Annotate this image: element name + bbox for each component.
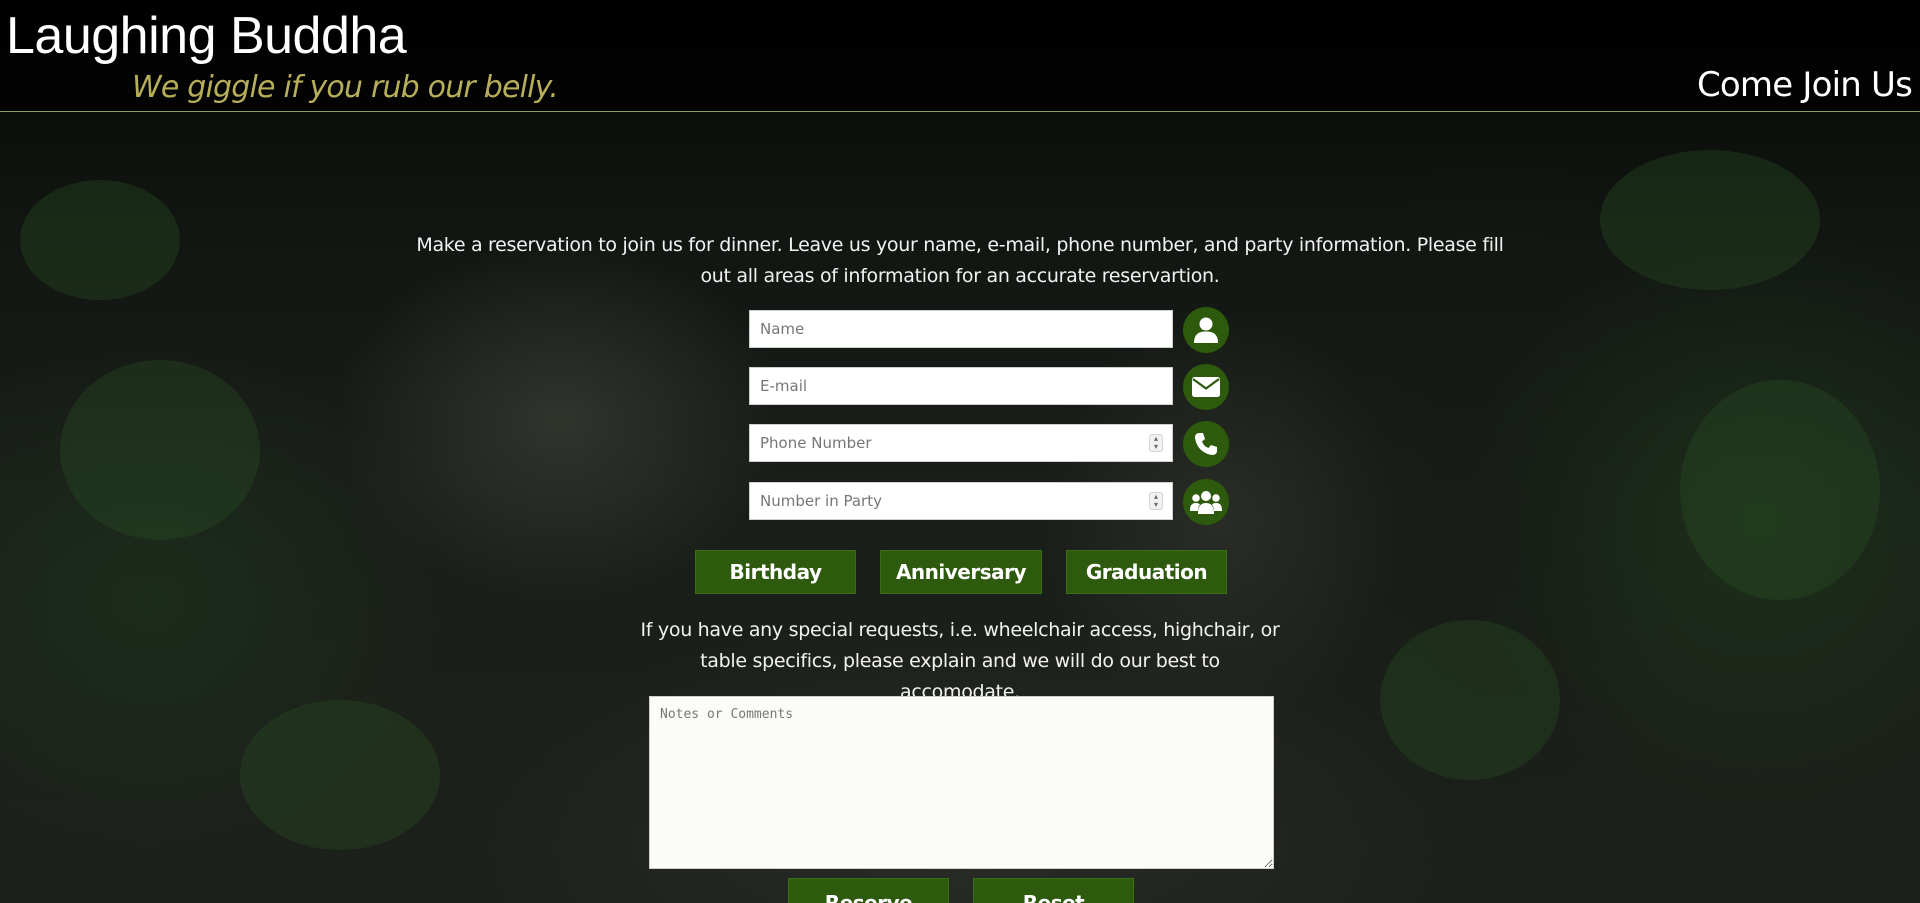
user-icon: [1183, 307, 1229, 353]
phone-input[interactable]: [749, 424, 1173, 462]
notes-textarea[interactable]: [649, 696, 1274, 869]
anniversary-button[interactable]: Anniversary: [880, 550, 1042, 594]
party-size-input[interactable]: [749, 482, 1173, 520]
phone-field-wrapper: ▴▾: [749, 424, 1173, 462]
site-title: Laughing Buddha: [6, 7, 407, 65]
email-input[interactable]: [749, 367, 1173, 405]
envelope-icon: [1183, 364, 1229, 410]
background-foliage: [1380, 620, 1560, 780]
party-field-wrapper: ▴▾: [749, 482, 1173, 520]
background-foliage: [20, 180, 180, 300]
special-requests-text: If you have any special requests, i.e. w…: [640, 619, 1280, 703]
phone-icon: [1183, 421, 1229, 467]
site-header: Laughing Buddha We giggle if you rub our…: [0, 0, 1920, 112]
reset-button[interactable]: Reset: [973, 878, 1134, 903]
background-foliage: [60, 360, 260, 540]
reservation-intro: Make a reservation to join us for dinner…: [416, 234, 1504, 287]
party-size-stepper[interactable]: ▴ ▾: [1149, 492, 1163, 510]
background-foliage: [240, 700, 440, 850]
name-input[interactable]: [749, 310, 1173, 348]
background-foliage: [1680, 380, 1880, 600]
site-tagline: We giggle if you rub our belly.: [132, 70, 559, 105]
come-join-us-link[interactable]: Come Join Us: [1697, 65, 1913, 105]
background-foliage: [1600, 150, 1820, 290]
reserve-button[interactable]: Reserve: [788, 878, 949, 903]
graduation-button[interactable]: Graduation: [1066, 550, 1227, 594]
phone-stepper[interactable]: ▴ ▾: [1149, 434, 1163, 452]
birthday-button[interactable]: Birthday: [695, 550, 856, 594]
group-icon: [1183, 479, 1229, 525]
page: Laughing Buddha We giggle if you rub our…: [0, 0, 1920, 903]
